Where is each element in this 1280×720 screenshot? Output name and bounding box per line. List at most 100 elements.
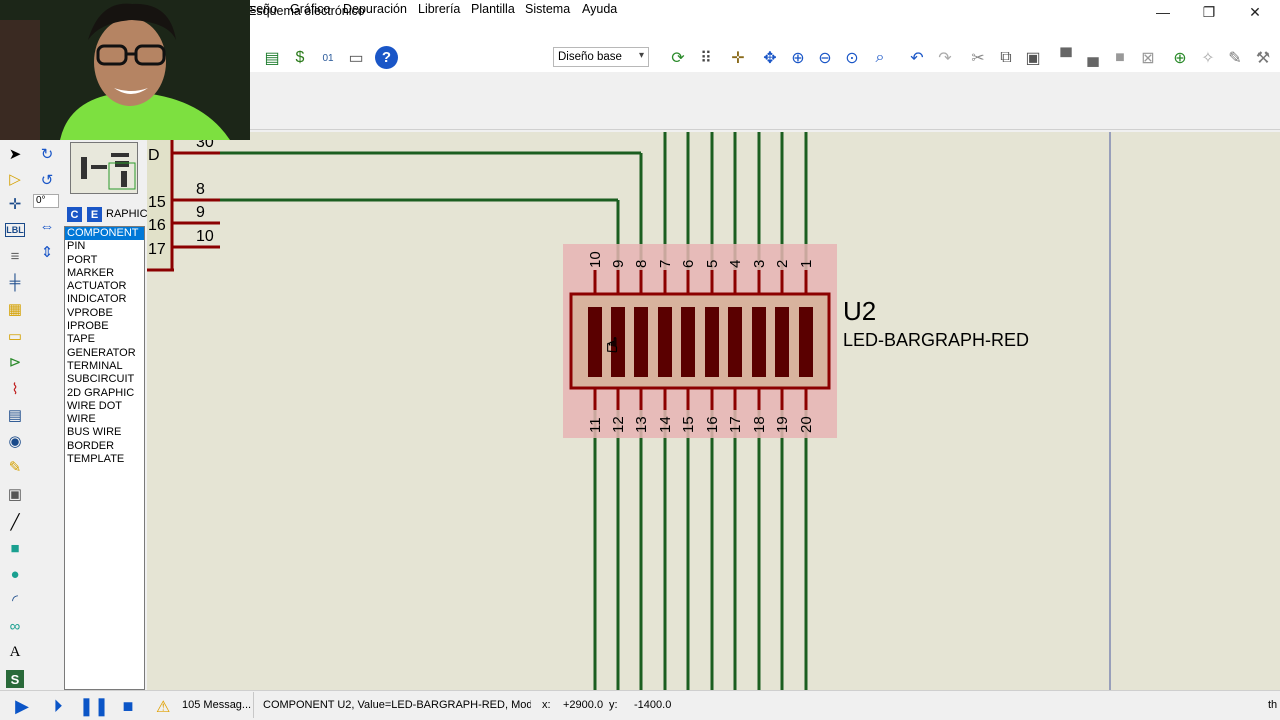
object-list-item[interactable]: ACTUATOR	[65, 280, 144, 293]
object-list-item[interactable]: SUBCIRCUIT	[65, 373, 144, 386]
tape-icon[interactable]: ▤	[3, 403, 27, 427]
mode-e-button[interactable]: E	[87, 207, 102, 222]
instrument-icon[interactable]: ▣	[3, 482, 27, 506]
cut-icon[interactable]: ✂	[966, 46, 990, 70]
rotate-cw-icon[interactable]: ↻	[35, 142, 59, 166]
close-button[interactable]: ✕	[1232, 0, 1278, 24]
probe-icon[interactable]: ✎	[3, 455, 27, 479]
zoom-all-icon[interactable]: ⊙	[840, 46, 864, 70]
angle-field[interactable]: 0°	[33, 194, 59, 208]
zoom-area-icon[interactable]: ⌕	[868, 46, 892, 70]
packaging-icon[interactable]: ✎	[1223, 46, 1247, 70]
schematic-canvas[interactable]: D 15 16 17 30 8 9 10 10 9 8 7 6 5 4 3 2 1 11 12 13 14 15 16 17 18…	[147, 132, 1280, 690]
document-icon[interactable]: ▭	[344, 46, 368, 70]
stop-icon[interactable]: ■	[116, 695, 140, 717]
grid-icon[interactable]: ⠿	[694, 46, 718, 70]
copy-icon[interactable]: ⧉	[994, 46, 1018, 70]
line-icon[interactable]: ╱	[3, 510, 27, 534]
dollar-icon[interactable]: $	[288, 46, 312, 70]
path-icon[interactable]: ∞	[3, 614, 27, 638]
select-arrow-icon[interactable]: ➤	[3, 142, 27, 166]
bargraph-pin-number-top: 10	[587, 251, 604, 268]
object-list-item[interactable]: BUS WIRE	[65, 426, 144, 439]
paste-icon[interactable]: ▣	[1021, 46, 1045, 70]
menu-depuracion[interactable]: Depuración	[343, 2, 407, 16]
object-list-item[interactable]: BORDER	[65, 440, 144, 453]
object-list-item[interactable]: PIN	[65, 240, 144, 253]
object-list-item[interactable]: MARKER	[65, 267, 144, 280]
object-list-item[interactable]: WIRE	[65, 413, 144, 426]
bus-icon[interactable]: ╪	[3, 270, 27, 294]
refresh-icon[interactable]: ⟳	[666, 46, 690, 70]
menu-diseno[interactable]: seño	[250, 2, 277, 16]
restore-button[interactable]: ❐	[1186, 0, 1232, 24]
pan-icon[interactable]: ✥	[758, 46, 782, 70]
object-list-item[interactable]: TAPE	[65, 333, 144, 346]
block-delete-icon[interactable]: ⊠	[1136, 46, 1160, 70]
component-info: COMPONENT U2, Value=LED-BARGRAPH-RED, Mo…	[263, 699, 531, 711]
object-list-item[interactable]: IPROBE	[65, 320, 144, 333]
bargraph-pin-number-bottom: 18	[751, 416, 768, 433]
terminal-icon[interactable]: ▭	[3, 324, 27, 348]
redo-icon[interactable]: ↷	[933, 46, 957, 70]
bom-icon[interactable]: ▤	[260, 46, 284, 70]
help-icon[interactable]: ?	[375, 46, 398, 69]
minimize-button[interactable]: —	[1140, 0, 1186, 24]
left-part-label: 15	[148, 194, 166, 211]
text-script-icon[interactable]: ≡	[3, 244, 27, 268]
junction-icon[interactable]: ✛	[3, 192, 27, 216]
component-mode-icon[interactable]: ▷	[3, 167, 27, 191]
block-rotate-icon[interactable]: ■	[1108, 46, 1132, 70]
menu-grafico[interactable]: Gráfico	[290, 2, 330, 16]
design-select[interactable]: Diseño base ▾	[553, 47, 649, 67]
bargraph-segment	[588, 307, 602, 377]
object-list-item[interactable]: GENERATOR	[65, 347, 144, 360]
make-device-icon[interactable]: ✧	[1196, 46, 1220, 70]
object-list-item[interactable]: TERMINAL	[65, 360, 144, 373]
decompose-icon[interactable]: ⚒	[1251, 46, 1275, 70]
object-list-item[interactable]: COMPONENT	[65, 227, 144, 241]
object-list[interactable]: COMPONENT PIN PORT MARKER ACTUATOR INDICATOR V…	[64, 226, 145, 690]
object-list-item[interactable]: PORT	[65, 254, 144, 267]
arc-icon[interactable]: ◜	[3, 588, 27, 612]
menu-sistema[interactable]: Sistema	[525, 2, 570, 16]
subcircuit-icon[interactable]: ▦	[3, 297, 27, 321]
bargraph-pin-number-top: 3	[751, 260, 768, 268]
mode-c-button[interactable]: C	[67, 207, 82, 222]
mirror-horizontal-icon[interactable]: ⇔	[35, 214, 59, 238]
overview-window[interactable]	[70, 142, 138, 194]
pick-device-icon[interactable]: ⊕	[1168, 46, 1192, 70]
object-list-item[interactable]: WIRE DOT	[65, 400, 144, 413]
bargraph-pin-number-top: 1	[798, 260, 815, 268]
pause-icon[interactable]: ❚❚	[79, 695, 109, 717]
text-icon[interactable]: A	[3, 640, 27, 664]
circle-icon[interactable]: ●	[3, 562, 27, 586]
x-label: x:	[542, 699, 551, 711]
play-icon[interactable]: ▶	[10, 695, 34, 717]
left-part-label: D	[148, 147, 160, 164]
box-icon[interactable]: ■	[3, 536, 27, 560]
object-list-item[interactable]: TEMPLATE	[65, 453, 144, 466]
netlist-icon[interactable]: 01	[316, 46, 340, 70]
object-list-item[interactable]: INDICATOR	[65, 293, 144, 306]
messages-count[interactable]: 105 Messag...	[182, 699, 251, 711]
step-icon[interactable]: ⏵	[46, 695, 70, 717]
undo-icon[interactable]: ↶	[905, 46, 929, 70]
mirror-vertical-icon[interactable]: ⇕	[35, 240, 59, 264]
menu-ayuda[interactable]: Ayuda	[582, 2, 617, 16]
generator-icon[interactable]: ◉	[3, 429, 27, 453]
menu-plantilla[interactable]: Plantilla	[471, 2, 515, 16]
port-icon[interactable]: ⊳	[3, 350, 27, 374]
rotate-ccw-icon[interactable]: ↺	[35, 168, 59, 192]
block-copy-icon[interactable]: ▀	[1054, 46, 1078, 70]
graph-icon[interactable]: ⌇	[3, 377, 27, 401]
object-list-item[interactable]: 2D GRAPHIC	[65, 387, 144, 400]
block-move-icon[interactable]: ▄	[1081, 46, 1105, 70]
symbol-icon[interactable]: S	[6, 670, 24, 688]
label-icon[interactable]: LBL	[5, 223, 25, 237]
zoom-out-icon[interactable]: ⊖	[813, 46, 837, 70]
origin-icon[interactable]: ✛	[726, 46, 750, 70]
menu-libreria[interactable]: Librería	[418, 2, 460, 16]
zoom-in-icon[interactable]: ⊕	[786, 46, 810, 70]
object-list-item[interactable]: VPROBE	[65, 307, 144, 320]
